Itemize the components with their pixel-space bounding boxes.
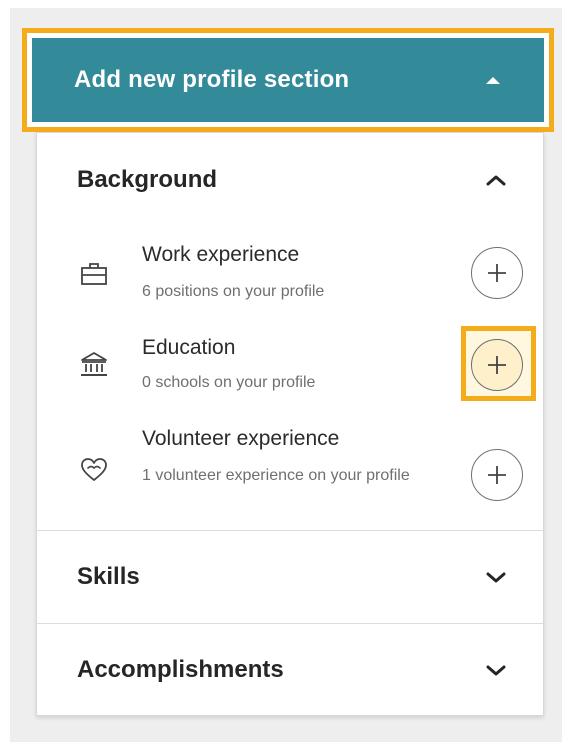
plus-icon	[488, 466, 506, 484]
caret-up-icon[interactable]	[486, 76, 500, 84]
item-subtitle: 1 volunteer experience on your profile	[142, 467, 410, 484]
section-title-skills: Skills	[77, 563, 140, 590]
school-icon	[81, 352, 107, 376]
add-work-experience-button[interactable]	[471, 247, 523, 299]
chevron-down-icon[interactable]	[485, 663, 507, 677]
plus-icon	[488, 356, 506, 374]
section-header-accomplishments[interactable]: Accomplishments	[37, 624, 543, 716]
add-education-button[interactable]	[471, 339, 523, 391]
item-subtitle: 6 positions on your profile	[142, 283, 325, 300]
chevron-up-icon[interactable]	[485, 173, 507, 187]
profile-section-panel: Background Work experience 6 positions o…	[36, 132, 544, 716]
add-volunteer-experience-button[interactable]	[471, 449, 523, 501]
header-title: Add new profile section	[74, 66, 350, 93]
section-title-background: Background	[77, 166, 218, 193]
section-header-skills[interactable]: Skills	[37, 531, 543, 623]
section-title-accomplishments: Accomplishments	[77, 656, 284, 683]
item-title: Volunteer experience	[142, 427, 340, 450]
chevron-down-icon[interactable]	[485, 570, 507, 584]
list-item-work-experience: Work experience 6 positions on your prof…	[37, 233, 543, 313]
add-profile-section-header[interactable]: Add new profile section	[31, 37, 545, 123]
item-title: Work experience	[142, 243, 300, 266]
briefcase-icon	[81, 263, 107, 285]
section-header-background[interactable]: Background	[37, 149, 543, 211]
item-subtitle: 0 schools on your profile	[142, 374, 316, 391]
heart-icon	[81, 458, 107, 481]
plus-icon	[488, 264, 506, 282]
list-item-volunteer-experience: Volunteer experience 1 volunteer experie…	[37, 421, 543, 521]
item-title: Education	[142, 336, 236, 359]
list-item-education: Education 0 schools on your profile	[37, 328, 543, 408]
